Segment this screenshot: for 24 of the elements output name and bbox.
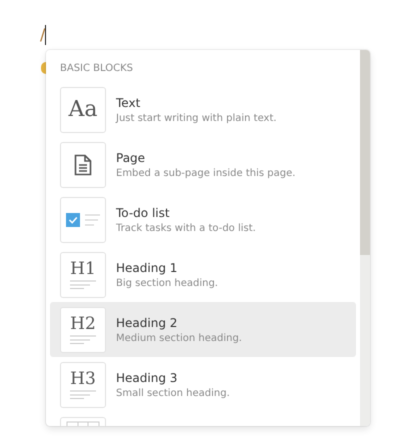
icon-glyph: H3 <box>70 370 96 388</box>
item-description: Medium section heading. <box>116 332 242 344</box>
item-title: Heading 2 <box>116 316 178 330</box>
item-title: To-do list <box>116 206 171 220</box>
item-title: Heading 3 <box>116 370 178 384</box>
icon-glyph: Aa <box>68 98 98 122</box>
menu-item[interactable]: Aa Text Just start writing with plain text. <box>50 82 356 137</box>
menu-item[interactable]: H3 Heading 3 Small section heading. <box>50 357 356 412</box>
item-description: Big section heading. <box>116 278 218 288</box>
menu-item[interactable]: To-do list Track tasks with a to-do list. <box>50 192 356 247</box>
slash-text[interactable]: / <box>40 25 46 45</box>
item-description: Just start writing with plain text. <box>116 112 277 124</box>
item-description: Small section heading. <box>116 388 230 398</box>
icon-glyph: H1 <box>70 260 96 278</box>
item-title: Heading 1 <box>116 260 178 274</box>
icon-glyph: H2 <box>70 315 96 333</box>
menu-item[interactable]: Page Embed a sub-page inside this page. <box>50 137 356 192</box>
section-heading: BASIC BLOCKS <box>59 62 134 76</box>
item-title: Page <box>116 150 146 164</box>
menu-item[interactable]: H2 Heading 2 Medium section heading. <box>50 302 356 357</box>
item-description: Embed a sub-page inside this page. <box>116 168 296 178</box>
item-description: Track tasks with a to-do list. <box>116 222 256 234</box>
item-title: Text <box>116 96 142 110</box>
menu-item[interactable]: H1 Heading 1 Big section heading. <box>50 247 356 302</box>
